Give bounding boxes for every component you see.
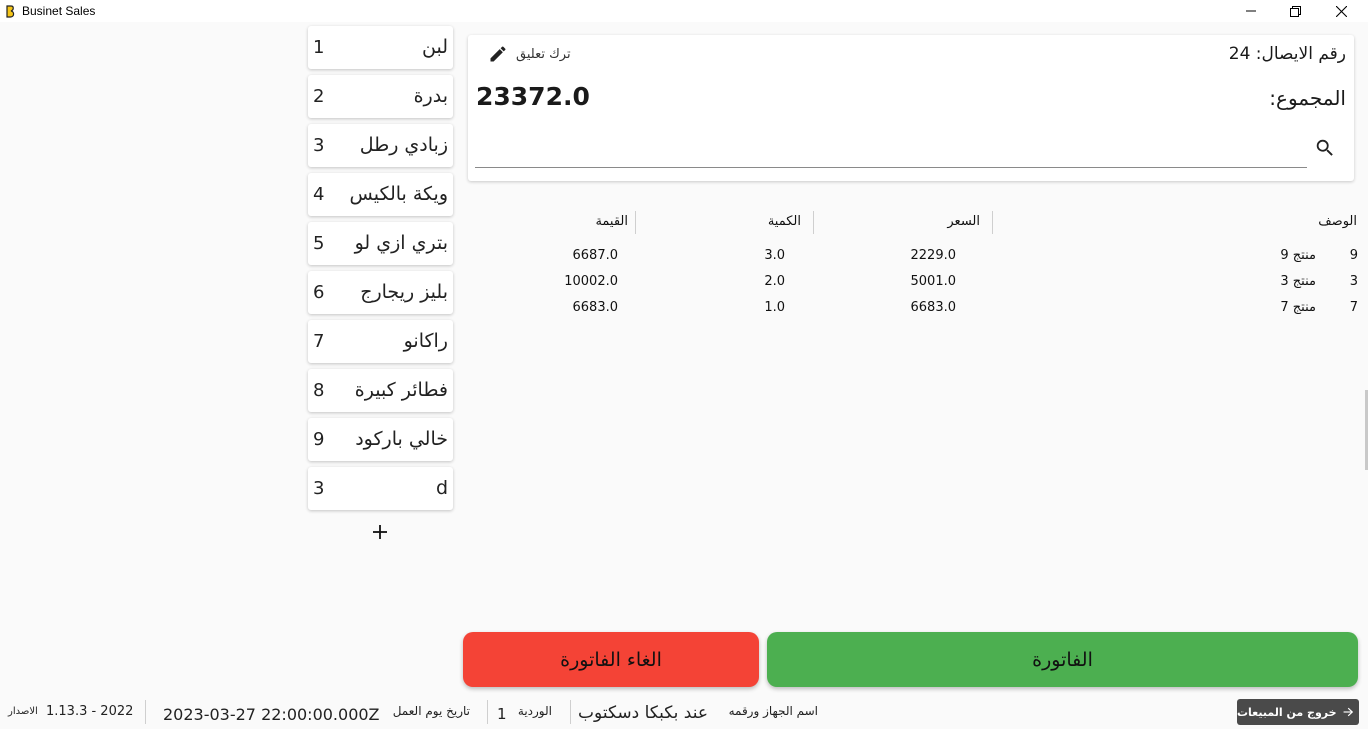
column-divider	[813, 211, 814, 234]
status-divider	[487, 700, 488, 724]
workday-date-label: تاريخ يوم العمل	[392, 704, 470, 718]
category-label: فطائر كبيرة	[354, 379, 448, 401]
minimize-button[interactable]	[1228, 0, 1274, 22]
category-card[interactable]: 7 راكانو	[308, 320, 453, 363]
arrow-right-icon	[1343, 707, 1353, 717]
device-name-value: عند بكبكا دسكتوب	[578, 703, 708, 723]
category-card[interactable]: 5 بتري ازي لو	[308, 222, 453, 265]
shift-value: 1	[497, 705, 507, 723]
row-quantity: 1.0	[764, 300, 785, 315]
add-category-button[interactable]	[367, 519, 393, 545]
version-label: الاصدار	[8, 706, 38, 717]
shift-label: الوردية	[517, 704, 552, 718]
status-divider	[145, 700, 146, 724]
edit-pencil-icon	[490, 46, 506, 62]
row-product-name: منتج 9	[1280, 248, 1316, 263]
column-divider	[635, 211, 636, 234]
device-name-label: اسم الجهاز ورقمه	[728, 704, 818, 718]
category-number: 3	[313, 478, 325, 499]
status-divider	[570, 700, 571, 724]
category-label: زبادي رطل	[359, 134, 448, 156]
category-label: d	[435, 477, 448, 499]
row-quantity: 3.0	[764, 248, 785, 263]
category-card[interactable]: 4 ويكة بالكيس	[308, 173, 453, 216]
category-label: خالي باركود	[355, 428, 448, 450]
total-value: 23372.0	[476, 82, 590, 111]
maximize-button[interactable]	[1272, 0, 1318, 22]
category-number: 5	[313, 233, 325, 254]
row-id: 3	[1349, 274, 1358, 289]
category-label: بدرة	[413, 85, 448, 107]
row-id: 9	[1349, 248, 1358, 263]
category-number: 2	[313, 86, 325, 107]
category-card[interactable]: 2 بدرة	[308, 75, 453, 118]
row-price: 6683.0	[910, 300, 957, 315]
row-product-name: منتج 7	[1280, 300, 1316, 315]
column-header-quantity: الكمية	[767, 214, 801, 229]
category-label: بليز ريجارج	[360, 281, 448, 303]
category-card[interactable]: 1 لبن	[308, 26, 453, 69]
category-card[interactable]: 9 خالي باركود	[308, 418, 453, 461]
maximize-icon	[1289, 5, 1301, 17]
category-number: 3	[313, 135, 325, 156]
row-value: 6687.0	[572, 248, 619, 263]
row-price: 2229.0	[910, 248, 957, 263]
column-header-description: الوصف	[1318, 214, 1357, 229]
receipt-card: رقم الايصال: 24 ترك تعليق المجموع: 23372…	[468, 35, 1354, 181]
title-bar: Businet Sales	[0, 0, 1368, 22]
category-number: 7	[313, 331, 325, 352]
close-button[interactable]	[1318, 0, 1364, 22]
category-card[interactable]: 3 زبادي رطل	[308, 124, 453, 167]
plus-icon	[373, 525, 387, 539]
app-logo-icon	[6, 5, 15, 18]
row-value: 10002.0	[564, 274, 618, 289]
category-label: بتري ازي لو	[354, 232, 448, 254]
search-icon[interactable]	[1314, 137, 1336, 159]
invoice-button[interactable]: الفاتورة	[767, 632, 1358, 687]
category-label: ويكة بالكيس	[349, 183, 449, 205]
exit-sales-label: خروج من المبيعات	[1237, 705, 1337, 719]
product-search-input[interactable]	[475, 130, 1307, 168]
category-number: 1	[313, 37, 325, 58]
category-number: 8	[313, 380, 325, 401]
category-card[interactable]: 8 فطائر كبيرة	[308, 369, 453, 412]
category-label: لبن	[422, 36, 448, 58]
row-id: 7	[1349, 300, 1358, 315]
comment-label: ترك تعليق	[516, 46, 571, 62]
row-value: 6683.0	[572, 300, 619, 315]
row-price: 5001.0	[910, 274, 957, 289]
column-header-price: السعر	[947, 214, 980, 229]
category-number: 4	[313, 184, 325, 205]
leave-comment-button[interactable]: ترك تعليق	[488, 43, 571, 65]
version-value: 1.13.3 - 2022	[46, 704, 134, 719]
category-card[interactable]: 3 d	[308, 467, 453, 510]
window-title: Businet Sales	[22, 4, 96, 18]
column-header-value: القيمة	[595, 214, 628, 229]
column-divider	[992, 211, 993, 234]
receipt-number: رقم الايصال: 24	[1228, 44, 1346, 64]
cancel-invoice-button[interactable]: الغاء الفاتورة	[463, 632, 759, 687]
category-card[interactable]: 6 بليز ريجارج	[308, 271, 453, 314]
row-quantity: 2.0	[764, 274, 785, 289]
category-label: راكانو	[403, 330, 448, 352]
workday-date-value: 2023-03-27 22:00:00.000Z	[163, 705, 380, 724]
row-product-name: منتج 3	[1280, 274, 1316, 289]
close-icon	[1335, 5, 1347, 17]
category-number: 6	[313, 282, 325, 303]
exit-sales-button[interactable]: خروج من المبيعات	[1237, 699, 1359, 725]
minimize-icon	[1246, 10, 1256, 12]
category-number: 9	[313, 429, 325, 450]
total-label: المجموع:	[1269, 86, 1346, 110]
